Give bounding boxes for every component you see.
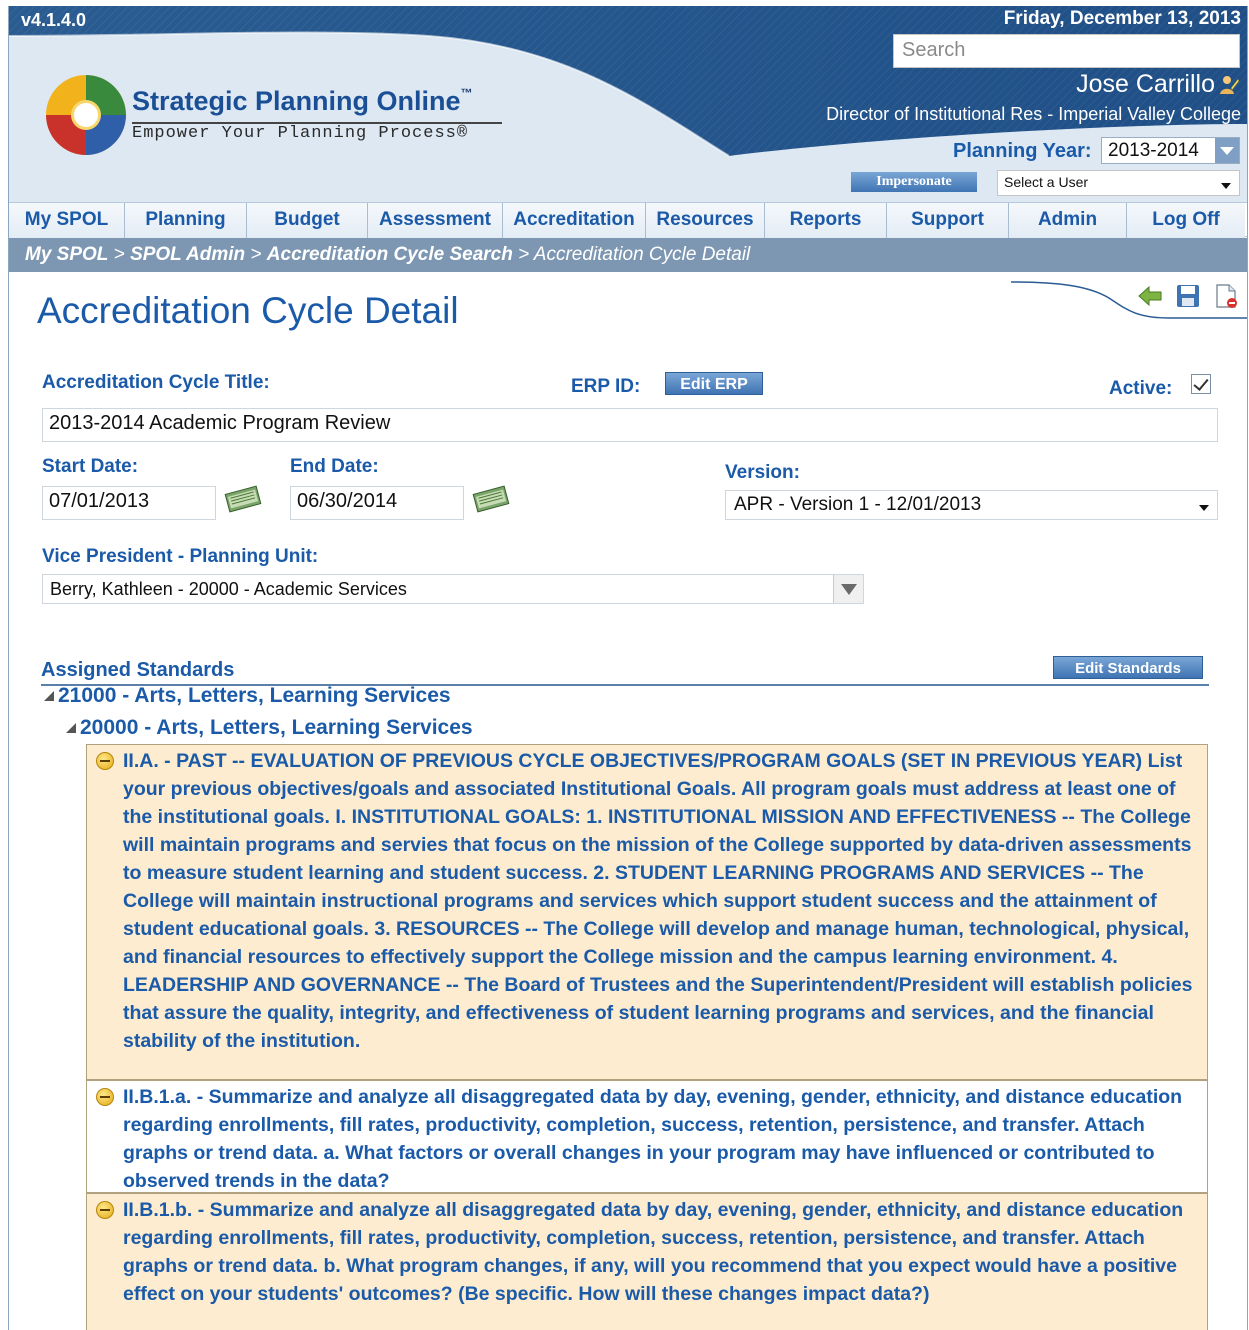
delete-document-icon[interactable] [1213,283,1239,309]
trademark-sign: ™ [460,86,473,100]
standard-item[interactable]: II.B.1.a. - Summarize and analyze all di… [86,1080,1208,1193]
tree-node-level1[interactable]: 21000 - Arts, Letters, Learning Services [43,684,451,708]
breadcrumb-spol-admin[interactable]: SPOL Admin [130,244,245,265]
user-name[interactable]: Jose Carrillo [1076,70,1215,99]
collapse-triangle-icon[interactable] [43,690,55,702]
end-date-label: End Date: [290,456,379,477]
version-select[interactable]: APR - Version 1 - 12/01/2013 [725,490,1218,520]
tree-node-level2-label: 20000 - Arts, Letters, Learning Services [80,716,473,739]
chevron-down-icon[interactable] [1215,138,1239,163]
standard-text: II.B.1.b. - Summarize and analyze all di… [123,1199,1184,1305]
nav-assessment[interactable]: Assessment [368,203,503,238]
active-checkbox[interactable] [1191,374,1211,394]
assigned-standards-title: Assigned Standards [41,659,235,681]
tree-node-level1-label: 21000 - Arts, Letters, Learning Services [58,684,451,707]
standard-text: II.B.1.a. - Summarize and analyze all di… [123,1086,1183,1192]
planning-year-value: 2013-2014 [1108,140,1199,161]
breadcrumb-my-spol[interactable]: My SPOL [25,244,108,265]
nav-reports[interactable]: Reports [765,203,887,238]
remove-standard-icon[interactable] [96,1201,114,1219]
user-title: Director of Institutional Res - Imperial… [826,104,1241,124]
active-label: Active: [1109,378,1173,399]
logo-title: Strategic Planning Online™ [132,86,473,116]
save-icon[interactable] [1175,283,1201,309]
vp-planning-unit-select[interactable]: Berry, Kathleen - 20000 - Academic Servi… [42,574,864,604]
edit-erp-button[interactable]: Edit ERP [665,372,763,395]
erp-id-label: ERP ID: [571,376,641,397]
calendar-icon[interactable] [221,484,265,514]
user-edit-icon[interactable] [1219,74,1239,96]
end-date-input[interactable]: 06/30/2014 [290,486,464,520]
assigned-standards-header: Assigned Standards [41,659,1209,686]
vp-planning-unit-label: Vice President - Planning Unit: [42,546,319,567]
nav-log-off[interactable]: Log Off [1127,203,1245,238]
breadcrumb-current: Accreditation Cycle Detail [533,244,751,265]
back-arrow-icon[interactable] [1137,283,1163,309]
nav-admin[interactable]: Admin [1009,203,1127,238]
app-frame: v4.1.4.0 Friday, December 13, 2013 Searc… [8,6,1248,1330]
edit-standards-button[interactable]: Edit Standards [1053,656,1203,679]
breadcrumb: My SPOL > SPOL Admin > Accreditation Cyc… [9,238,1247,272]
nav-support[interactable]: Support [887,203,1009,238]
tree-node-level2[interactable]: 20000 - Arts, Letters, Learning Services [65,716,473,740]
app-version: v4.1.4.0 [21,10,87,30]
header: v4.1.4.0 Friday, December 13, 2013 Searc… [9,6,1247,202]
main-nav: My SPOL Planning Budget Assessment Accre… [9,202,1247,238]
vp-planning-unit-value: Berry, Kathleen - 20000 - Academic Servi… [50,579,407,599]
cycle-title-label: Accreditation Cycle Title: [42,372,270,393]
remove-standard-icon[interactable] [96,1088,114,1106]
start-date-input[interactable]: 07/01/2013 [42,486,216,520]
spol-logo-icon [46,75,126,155]
impersonate-button[interactable]: Impersonate [851,172,977,192]
breadcrumb-separator: > [512,244,534,265]
breadcrumb-accreditation-cycle-search[interactable]: Accreditation Cycle Search [267,244,513,265]
calendar-icon[interactable] [469,484,513,514]
planning-year-label: Planning Year: [953,140,1092,162]
version-label: Version: [725,462,800,483]
nav-planning[interactable]: Planning [125,203,247,238]
breadcrumb-separator: > [108,244,131,265]
standard-text: II.A. - PAST -- EVALUATION OF PREVIOUS C… [123,750,1193,1052]
select-user-dropdown[interactable]: Select a User [997,170,1240,196]
nav-resources[interactable]: Resources [646,203,765,238]
logo-tagline: Empower Your Planning Process® [132,124,469,143]
collapse-triangle-icon[interactable] [65,722,77,734]
nav-my-spol[interactable]: My SPOL [9,203,125,238]
breadcrumb-separator: > [245,244,267,265]
page-title: Accreditation Cycle Detail [37,290,459,331]
nav-accreditation[interactable]: Accreditation [503,203,646,238]
cycle-title-input[interactable]: 2013-2014 Academic Program Review [42,408,1218,442]
nav-budget[interactable]: Budget [247,203,368,238]
standard-item[interactable]: II.B.1.b. - Summarize and analyze all di… [86,1193,1208,1330]
dropdown-arrow-icon[interactable] [833,575,863,603]
remove-standard-icon[interactable] [96,752,114,770]
search-input[interactable]: Search [893,34,1240,68]
standard-item[interactable]: II.A. - PAST -- EVALUATION OF PREVIOUS C… [86,744,1208,1080]
planning-year-select[interactable]: 2013-2014 [1101,137,1240,164]
start-date-label: Start Date: [42,456,139,477]
current-date: Friday, December 13, 2013 [1003,8,1241,29]
